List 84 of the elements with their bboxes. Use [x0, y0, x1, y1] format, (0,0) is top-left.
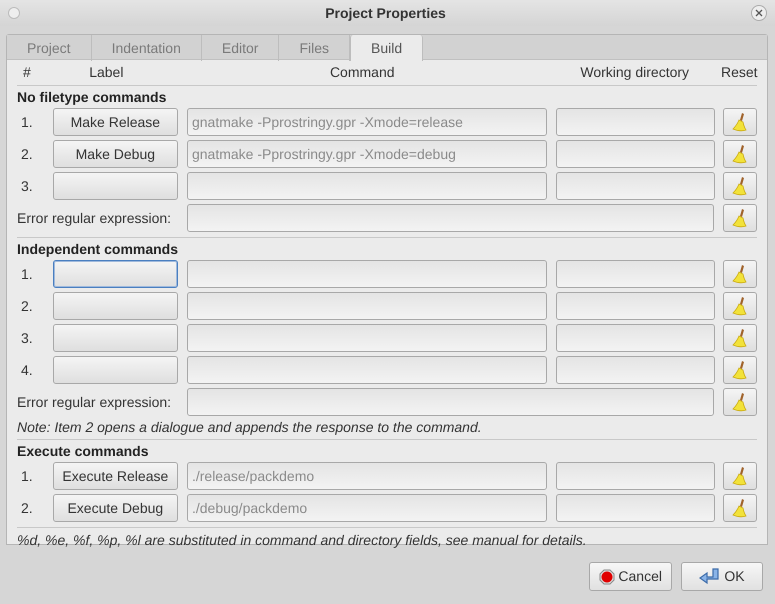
reset-button[interactable] [723, 388, 757, 416]
command-field[interactable]: ./release/packdemo [186, 462, 547, 490]
command-field[interactable] [186, 292, 547, 320]
label-button[interactable]: Execute Release [52, 462, 178, 490]
reset-button[interactable] [723, 204, 757, 232]
reset-button[interactable] [723, 260, 758, 288]
regex-field[interactable] [187, 204, 714, 232]
reset-button[interactable] [723, 356, 758, 384]
reset-button[interactable] [723, 172, 758, 200]
section-heading: Independent commands [17, 240, 180, 258]
tab[interactable]: Editor [202, 35, 280, 61]
directory-field[interactable] [556, 462, 715, 490]
directory-field[interactable] [556, 108, 715, 136]
label-button[interactable]: Make Debug [52, 140, 178, 168]
tab[interactable]: Build [350, 35, 424, 61]
field-label: Error regular expression: [17, 392, 172, 412]
section-heading: Execute commands [17, 442, 150, 460]
row-number: 2. [20, 498, 34, 518]
label-button[interactable] [52, 172, 178, 200]
broom-icon [732, 264, 748, 284]
command-field[interactable] [186, 172, 547, 200]
close-icon [755, 9, 763, 17]
directory-field[interactable] [556, 140, 715, 168]
label-button[interactable]: Make Release [52, 108, 178, 136]
reset-button[interactable] [723, 292, 758, 320]
broom-icon [732, 328, 748, 348]
note-text: Note: Item 2 opens a dialogue and appends the response to the command. [17, 418, 483, 436]
directory-field[interactable] [556, 356, 715, 384]
column-header: Label [88, 63, 124, 82]
command-field[interactable]: gnatmake -Pprostringy.gpr -Xmode=debug [186, 140, 547, 168]
reset-button[interactable] [723, 108, 758, 136]
command-field[interactable] [186, 324, 547, 352]
tab[interactable]: Project [7, 35, 92, 61]
broom-icon [732, 392, 748, 412]
broom-icon [732, 296, 748, 316]
section-heading: No filetype commands [17, 88, 168, 106]
cancel-button[interactable]: Cancel [589, 562, 672, 591]
column-header: Command [328, 63, 396, 82]
row-number: 2. [20, 144, 34, 164]
row-number: 4. [20, 360, 34, 380]
column-header: Reset [720, 63, 757, 82]
broom-icon [732, 466, 748, 486]
broom-icon [732, 176, 748, 196]
directory-field[interactable] [556, 172, 715, 200]
reset-button[interactable] [723, 494, 758, 522]
label-button[interactable] [52, 324, 178, 352]
label-button[interactable]: Execute Debug [52, 494, 178, 522]
broom-icon [732, 360, 748, 380]
label-button[interactable] [52, 356, 178, 384]
command-field[interactable]: gnatmake -Pprostringy.gpr -Xmode=release [186, 108, 547, 136]
row-number: 1. [20, 466, 34, 486]
stop-icon [599, 568, 616, 584]
field-label: Error regular expression: [17, 208, 172, 228]
footnote-text: %d, %e, %f, %p, %l are substituted in command and directory fields, see manual for details. [17, 531, 588, 550]
window-title: Project Properties [324, 4, 447, 23]
reset-button[interactable] [723, 462, 758, 490]
command-field[interactable] [186, 260, 547, 288]
row-number: 3. [20, 176, 34, 196]
directory-field[interactable] [556, 260, 715, 288]
reset-button[interactable] [723, 140, 758, 168]
directory-field[interactable] [556, 292, 715, 320]
command-field[interactable]: ./debug/packdemo [186, 494, 547, 522]
regex-field[interactable] [187, 388, 714, 416]
directory-field[interactable] [556, 494, 715, 522]
enter-arrow-icon [699, 568, 722, 586]
window-control-icon[interactable] [8, 7, 20, 19]
broom-icon [732, 112, 748, 132]
row-number: 1. [20, 264, 34, 284]
label-button[interactable] [52, 260, 178, 288]
row-number: 3. [20, 328, 34, 348]
broom-icon [732, 144, 748, 164]
ok-button[interactable]: OK [681, 562, 763, 591]
reset-button[interactable] [723, 324, 758, 352]
row-number: 1. [20, 112, 34, 132]
command-field[interactable] [186, 356, 547, 384]
broom-icon [732, 208, 748, 228]
close-button[interactable] [751, 5, 767, 21]
column-header: # [22, 63, 32, 82]
tab[interactable]: Indentation [92, 35, 202, 61]
directory-field[interactable] [556, 324, 715, 352]
label-button[interactable] [52, 292, 178, 320]
broom-icon [732, 498, 748, 518]
column-header: Working directory [579, 63, 690, 82]
row-number: 2. [20, 296, 34, 316]
